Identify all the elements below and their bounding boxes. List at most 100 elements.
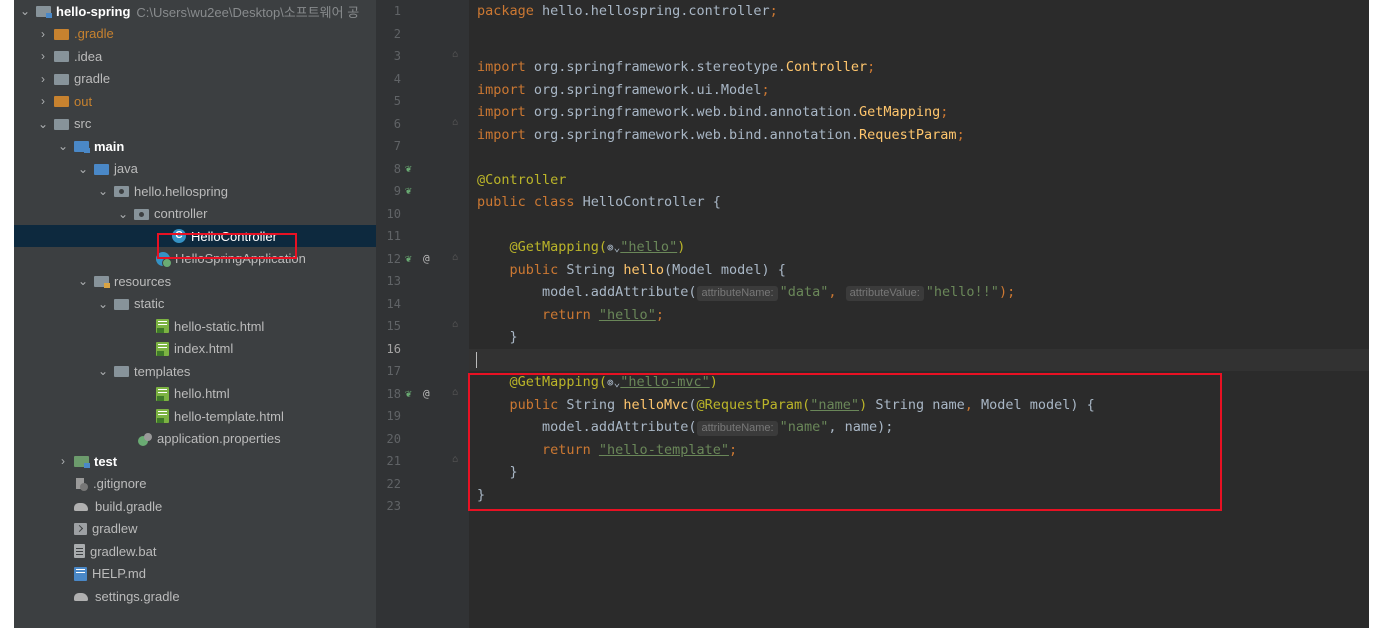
line-number[interactable]: 8 ❦ — [376, 158, 469, 181]
tree-item-hello-hellospring[interactable]: ⌄ hello.hellospring — [14, 180, 376, 202]
chevron-down-icon[interactable]: ⌄ — [96, 184, 110, 198]
fold-marker-icon[interactable]: ⌂ — [452, 252, 458, 263]
tree-item-label: templates — [134, 363, 191, 379]
line-number[interactable]: 2 — [376, 23, 469, 46]
line-number[interactable]: 19 — [376, 405, 469, 428]
request-mapping-icon[interactable]: @ — [423, 387, 430, 400]
tree-item-idea[interactable]: › .idea — [14, 45, 376, 67]
fold-marker-icon[interactable]: ⌂ — [452, 117, 458, 128]
folder-icon — [54, 51, 69, 62]
fold-marker-icon[interactable]: ⌂ — [452, 319, 458, 330]
line-number-text: 4 — [393, 71, 401, 86]
tree-item-gradlew-bat[interactable]: gradlew.bat — [14, 540, 376, 562]
line-number[interactable]: 6 ⌂ — [376, 113, 469, 136]
tree-item-label: main — [94, 138, 125, 154]
tree-item-static[interactable]: ⌄ static — [14, 293, 376, 315]
tree-item-gradlew[interactable]: gradlew — [14, 518, 376, 540]
code-line-16-current[interactable] — [469, 348, 1369, 371]
line-number-text: 16 — [386, 341, 401, 356]
tree-item-test[interactable]: › test — [14, 450, 376, 472]
terminal-file-icon — [74, 522, 87, 535]
line-number[interactable]: 23 — [376, 495, 469, 518]
source-root-folder-icon — [74, 141, 90, 153]
tree-item-label: .gradle — [74, 26, 114, 41]
tree-item-java[interactable]: ⌄ java — [14, 158, 376, 180]
tree-item-label: .gitignore — [93, 476, 147, 491]
tree-item-src[interactable]: ⌄ src — [14, 113, 376, 135]
project-root-row[interactable]: ⌄ hello-spring C:\Users\wu2ee\Desktop\소프… — [14, 0, 376, 22]
code-line-13: model.addAttribute(attributeName: "data",… — [477, 284, 1016, 301]
tree-item-build-gradle[interactable]: build.gradle — [14, 495, 376, 517]
tree-item-hello-template-html[interactable]: hello-template.html — [14, 405, 376, 427]
chevron-right-icon[interactable]: › — [56, 454, 70, 468]
line-number-text: 23 — [386, 499, 401, 513]
code-line-4: import org.springframework.ui.Model; — [477, 81, 770, 98]
tree-item-out[interactable]: › out — [14, 90, 376, 112]
globe-icon[interactable]: ⊚⌄ — [607, 241, 620, 254]
fold-marker-icon[interactable]: ⌂ — [452, 49, 458, 60]
line-number[interactable]: 22 — [376, 473, 469, 496]
line-number[interactable]: 3 ⌂ — [376, 45, 469, 68]
tree-item-gradle[interactable]: › gradle — [14, 68, 376, 90]
fold-marker-icon[interactable]: ⌂ — [452, 454, 458, 465]
project-sidebar[interactable]: ⌄ hello-spring C:\Users\wu2ee\Desktop\소프… — [14, 0, 376, 628]
chevron-down-icon[interactable]: ⌄ — [18, 4, 32, 18]
tree-item-settings-gradle[interactable]: settings.gradle — [14, 585, 376, 607]
spring-bean-icon[interactable]: ❦ — [405, 252, 412, 265]
line-number[interactable]: 20 — [376, 428, 469, 451]
tree-item-main[interactable]: ⌄ main — [14, 135, 376, 157]
line-number[interactable]: 17 — [376, 360, 469, 383]
tree-item-controller[interactable]: ⌄ controller — [14, 203, 376, 225]
folder-icon — [54, 73, 69, 85]
markdown-file-icon — [74, 566, 87, 581]
line-number[interactable]: 21 ⌂ — [376, 450, 469, 473]
tree-item-label: hello.hellospring — [134, 183, 228, 199]
line-number[interactable]: 18 ❦ @ ⌂ — [376, 383, 469, 406]
code-editor[interactable]: 1 2 3 ⌂ 4 5 6 ⌂ 7 8 ❦ 9 ❦ 10 11 12 ❦ @ ⌂ 13 14 15 ⌂ 16 17 18 ❦ @ ⌂ 19… — [376, 0, 1369, 628]
chevron-right-icon[interactable]: › — [36, 72, 50, 86]
line-number[interactable]: 7 — [376, 135, 469, 158]
line-number[interactable]: 10 — [376, 203, 469, 226]
gradle-file-icon — [74, 501, 90, 512]
properties-file-icon — [138, 432, 152, 446]
line-number[interactable]: 5 — [376, 90, 469, 113]
tree-item-hello-static-html[interactable]: hello-static.html — [14, 315, 376, 337]
folder-icon — [54, 118, 69, 130]
chevron-down-icon[interactable]: ⌄ — [116, 207, 130, 221]
tree-item-index-html[interactable]: index.html — [14, 338, 376, 360]
spring-bean-icon[interactable]: ❦ — [405, 184, 412, 197]
line-number[interactable]: 16 — [376, 338, 469, 361]
tree-item-hello-html[interactable]: hello.html — [14, 383, 376, 405]
spring-bean-icon[interactable]: ❦ — [405, 162, 412, 175]
tree-item-help-md[interactable]: HELP.md — [14, 563, 376, 585]
tree-item-templates[interactable]: ⌄ templates — [14, 360, 376, 382]
chevron-down-icon[interactable]: ⌄ — [96, 297, 110, 311]
chevron-right-icon[interactable]: › — [36, 27, 50, 41]
test-folder-icon — [74, 456, 90, 468]
chevron-down-icon[interactable]: ⌄ — [96, 364, 110, 378]
folder-orange-icon — [54, 96, 69, 107]
tree-item-application-properties[interactable]: application.properties — [14, 428, 376, 450]
resources-folder-icon — [94, 276, 110, 288]
chevron-right-icon[interactable]: › — [36, 49, 50, 63]
line-number[interactable]: 4 — [376, 68, 469, 91]
chevron-down-icon[interactable]: ⌄ — [76, 274, 90, 288]
line-number[interactable]: 14 — [376, 293, 469, 316]
spring-bean-icon[interactable]: ❦ — [405, 387, 412, 400]
tree-item-gradle[interactable]: › .gradle — [14, 23, 376, 45]
fold-marker-icon[interactable]: ⌂ — [452, 387, 458, 398]
chevron-down-icon[interactable]: ⌄ — [76, 162, 90, 176]
line-number[interactable]: 13 — [376, 270, 469, 293]
code-area[interactable]: package hello.hellospring.controller; im… — [469, 0, 1369, 628]
chevron-down-icon[interactable]: ⌄ — [56, 139, 70, 153]
line-number[interactable]: 15 ⌂ — [376, 315, 469, 338]
tree-item-gitignore[interactable]: .gitignore — [14, 473, 376, 495]
line-number[interactable]: 12 ❦ @ ⌂ — [376, 248, 469, 271]
chevron-down-icon[interactable]: ⌄ — [36, 117, 50, 131]
request-mapping-icon[interactable]: @ — [423, 252, 430, 265]
chevron-right-icon[interactable]: › — [36, 94, 50, 108]
line-number[interactable]: 1 — [376, 0, 469, 23]
line-number[interactable]: 11 — [376, 225, 469, 248]
line-number[interactable]: 9 ❦ — [376, 180, 469, 203]
tree-item-resources[interactable]: ⌄ resources — [14, 270, 376, 292]
